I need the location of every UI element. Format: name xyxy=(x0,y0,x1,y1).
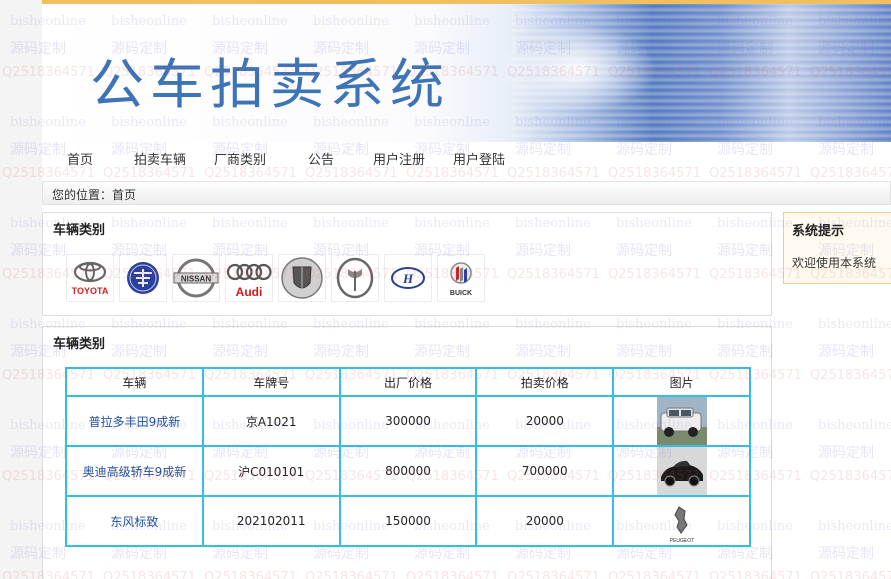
brand-faw[interactable] xyxy=(119,254,167,302)
brand-nissan-label: NISSAN xyxy=(181,275,211,284)
nissan-logo-icon: NISSAN xyxy=(173,258,219,298)
plate-cell: 沪C010101 xyxy=(201,445,341,497)
factory-price-cell: 300000 xyxy=(338,395,478,447)
vehicle-name-link[interactable]: 普拉多丰田9成新 xyxy=(65,395,204,447)
auction-price-cell: 20000 xyxy=(475,495,615,547)
nav-home[interactable]: 首页 xyxy=(67,149,93,168)
brand-hyundai[interactable]: H xyxy=(384,254,432,302)
hongqi-logo-icon xyxy=(336,257,374,299)
toyota-logo-icon: TOYOTA xyxy=(72,261,109,296)
peugeot-logo-icon: PEUGEOT xyxy=(656,497,707,545)
nav-register[interactable]: 用户注册 xyxy=(373,149,425,168)
roewe-logo-icon xyxy=(281,257,323,299)
audi-logo-icon: Audi xyxy=(226,263,272,299)
buick-logo-icon: BUICK xyxy=(450,262,472,297)
table-row: 东风标致 202102011 150000 20000 PEUGEOT xyxy=(65,495,751,547)
breadcrumb: 您的位置：首页 xyxy=(42,181,891,205)
brand-toyota[interactable]: TOYOTA xyxy=(66,254,114,302)
system-tip-text: 欢迎使用本系统 xyxy=(792,256,877,270)
header-banner-streaks xyxy=(512,4,891,146)
brand-hongqi[interactable] xyxy=(331,254,379,302)
col-auction-price: 拍卖价格 xyxy=(475,367,615,397)
breadcrumb-text: 您的位置：首页 xyxy=(52,188,137,202)
factory-price-cell: 150000 xyxy=(338,495,478,547)
faw-logo-icon xyxy=(127,262,159,294)
col-factory-price: 出厂价格 xyxy=(338,367,478,397)
brand-panel: 车辆类别 TOYOTA NISSAN Audi H BUICK xyxy=(42,212,772,316)
vehicle-name-link[interactable]: 东风标致 xyxy=(65,495,204,547)
site-header: 公车拍卖系统 xyxy=(42,0,891,146)
plate-cell: 京A1021 xyxy=(201,395,341,447)
vehicle-table: 车辆 车牌号 出厂价格 拍卖价格 图片 普拉多丰田9成新 京A1021 3000… xyxy=(65,367,751,547)
image-cell[interactable] xyxy=(612,445,751,497)
brand-panel-title: 车辆类别 xyxy=(53,223,106,238)
svg-text:H: H xyxy=(402,271,414,286)
system-tip-title: 系统提示 xyxy=(792,224,845,239)
image-cell[interactable] xyxy=(612,395,751,447)
table-row: 普拉多丰田9成新 京A1021 300000 20000 xyxy=(65,395,751,447)
system-tip-panel: 系统提示 欢迎使用本系统 xyxy=(783,212,891,284)
suv-photo-icon xyxy=(656,397,707,445)
factory-price-cell: 800000 xyxy=(338,445,478,497)
nav-announcements[interactable]: 公告 xyxy=(308,149,334,168)
col-plate: 车牌号 xyxy=(201,367,341,397)
col-image: 图片 xyxy=(612,367,751,397)
brand-roewe[interactable] xyxy=(278,254,326,302)
table-row: 奥迪高级轿车9成新 沪C010101 800000 700000 xyxy=(65,445,751,497)
main-nav: 首页 拍卖车辆 厂商类别 公告 用户注册 用户登陆 xyxy=(42,142,891,174)
auction-price-cell: 700000 xyxy=(475,445,615,497)
nav-login[interactable]: 用户登陆 xyxy=(453,149,505,168)
brand-toyota-label: TOYOTA xyxy=(72,286,109,296)
brand-audi[interactable]: Audi xyxy=(225,254,273,302)
hyundai-logo-icon: H xyxy=(391,267,425,289)
col-vehicle: 车辆 xyxy=(65,367,204,397)
brand-audi-label: Audi xyxy=(236,285,263,299)
brand-buick[interactable]: BUICK xyxy=(437,254,485,302)
brand-nissan[interactable]: NISSAN xyxy=(172,254,220,302)
image-cell[interactable]: PEUGEOT xyxy=(612,495,751,547)
nav-manufacturer-categories[interactable]: 厂商类别 xyxy=(214,149,266,168)
nav-auction-vehicles[interactable]: 拍卖车辆 xyxy=(134,149,186,168)
page: 公车拍卖系统 首页 拍卖车辆 厂商类别 公告 用户注册 用户登陆 您的位置：首页… xyxy=(42,0,891,579)
sports-car-photo-icon xyxy=(656,447,707,495)
vehicle-list-title: 车辆类别 xyxy=(53,337,106,352)
vehicle-name-link[interactable]: 奥迪高级轿车9成新 xyxy=(65,445,204,497)
svg-text:PEUGEOT: PEUGEOT xyxy=(669,538,693,544)
auction-price-cell: 20000 xyxy=(475,395,615,447)
table-header-row: 车辆 车牌号 出厂价格 拍卖价格 图片 xyxy=(65,367,751,397)
plate-cell: 202102011 xyxy=(201,495,341,547)
brand-buick-label: BUICK xyxy=(450,290,472,297)
site-title: 公车拍卖系统 xyxy=(90,53,450,116)
vehicle-list-panel: 车辆类别 车辆 车牌号 出厂价格 拍卖价格 图片 普拉多丰田9成新 京A1021… xyxy=(42,326,772,579)
